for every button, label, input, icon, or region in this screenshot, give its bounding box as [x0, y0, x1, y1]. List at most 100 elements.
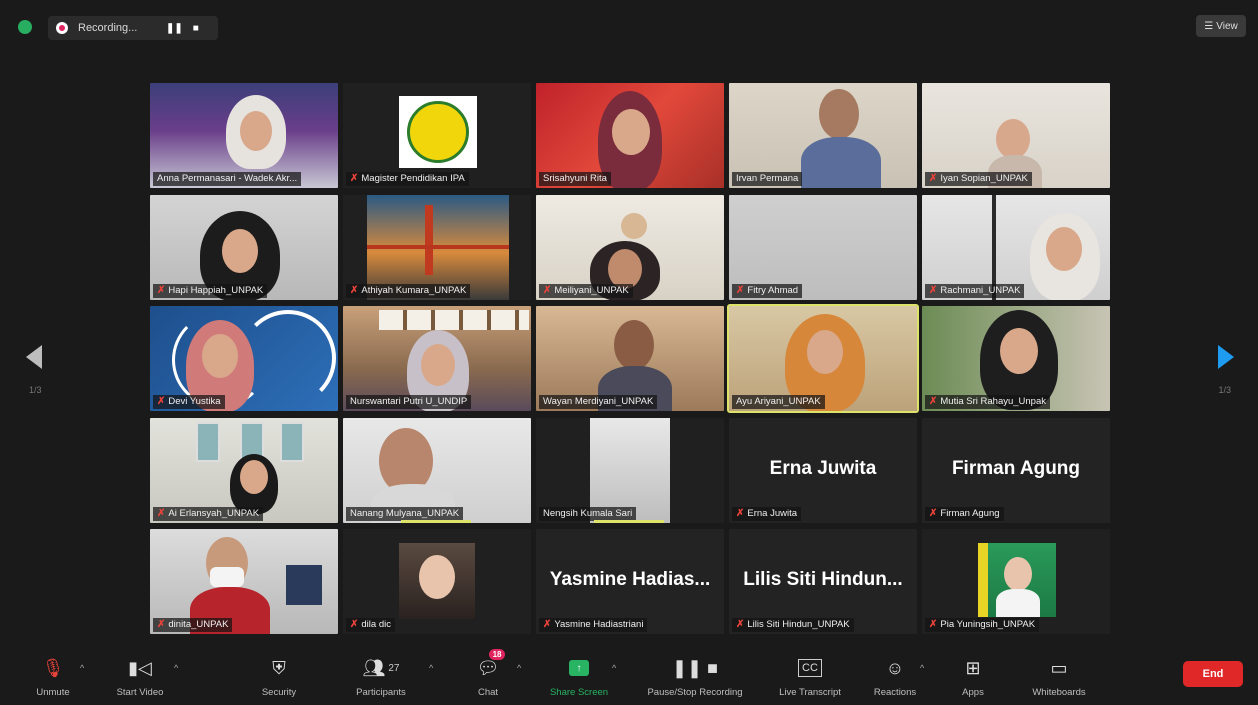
decoration: Meiliyani_UNPAK	[554, 284, 629, 296]
mic-muted-icon: ✗	[929, 619, 938, 630]
share-options-chevron-icon[interactable]: ^	[612, 663, 616, 673]
participant-tile[interactable]: Wayan Merdiyani_UNPAK	[536, 306, 724, 411]
participant-name: ✗ Hapi Happiah_UNPAK	[153, 283, 268, 298]
profile-photo	[399, 543, 475, 619]
decoration: Nurswantari Putri U_UNDIP	[350, 396, 468, 407]
chat-options-chevron-icon[interactable]: ^	[517, 663, 521, 673]
participant-tile[interactable]: ✗ Rachmani_UNPAK	[922, 194, 1110, 300]
start-video-button[interactable]: ▮◁ Start Video	[95, 655, 185, 699]
recording-icon	[56, 22, 68, 34]
participant-tile[interactable]: Nanang Mulyana_UNPAK	[343, 417, 531, 523]
reactions-options-chevron-icon[interactable]: ^	[920, 663, 924, 673]
decoration	[978, 543, 988, 617]
participant-tile-active-speaker[interactable]: Ayu Ariyani_UNPAK	[727, 304, 919, 413]
participant-face	[614, 320, 654, 370]
decoration	[407, 101, 469, 163]
participant-tile[interactable]: ✗ Ai Erlansyah_UNPAK	[150, 417, 338, 523]
participant-face	[421, 344, 455, 386]
security-shield-icon[interactable]	[18, 20, 32, 34]
participant-name: Wayan Merdiyani_UNPAK	[539, 395, 658, 409]
next-page-arrow-icon[interactable]	[1218, 345, 1234, 369]
video-options-chevron-icon[interactable]: ^	[174, 663, 178, 673]
participant-tile[interactable]: ✗ Athiyah Kumara_UNPAK	[343, 194, 531, 300]
participant-tile[interactable]: Nengsih Kumala Sari	[536, 417, 724, 523]
decoration: Anna Permanasari - Wadek Akr...	[157, 173, 298, 184]
pause-recording-button[interactable]: ❚❚	[166, 23, 183, 34]
participant-tile[interactable]: ✗ Magister Pendidikan IPA	[343, 83, 531, 188]
participant-tile[interactable]: ✗ Devi Yustika	[150, 306, 338, 411]
participant-tile[interactable]: ✗ Hapi Happiah_UNPAK	[150, 194, 338, 300]
view-label: View	[1216, 20, 1238, 32]
decoration: Live Transcript	[779, 687, 841, 698]
cc-icon: CC	[798, 659, 822, 677]
share-screen-button[interactable]: ↑ Share Screen	[534, 655, 624, 698]
pause-stop-recording-button[interactable]: ❚❚ ■ Pause/Stop Recording	[625, 655, 765, 699]
view-button[interactable]: ☰ View	[1196, 15, 1246, 37]
participants-options-chevron-icon[interactable]: ^	[429, 663, 433, 673]
apps-icon: ⊞	[965, 657, 981, 678]
participant-name: ✗ Athiyah Kumara_UNPAK	[346, 283, 471, 298]
unmute-button[interactable]: 🎙︎ Unmute	[8, 655, 98, 699]
mic-muted-icon: ✗	[350, 173, 359, 184]
participant-face	[996, 119, 1030, 159]
participant-tile[interactable]: ✗ dila dic	[343, 529, 531, 634]
participant-face	[1046, 226, 1082, 271]
video-off-icon: ▮◁	[128, 657, 152, 678]
participant-tile[interactable]: Yasmine Hadias... ✗ Yasmine Hadiastriani	[536, 529, 724, 634]
participant-tile[interactable]: ✗ dinita_UNPAK	[150, 529, 338, 634]
participant-name: ✗ Ai Erlansyah_UNPAK	[153, 506, 264, 521]
participant-tile[interactable]: ✗ Mutia Sri Rahayu_Unpak	[922, 306, 1110, 411]
decoration: Unmute	[36, 687, 70, 698]
reactions-button[interactable]: ☺ Reactions	[850, 655, 940, 699]
decoration: dinita_UNPAK	[168, 619, 229, 630]
security-button[interactable]: ⛨ Security	[234, 655, 324, 699]
participant-tile[interactable]: Lilis Siti Hindun... ✗ Lilis Siti Hindun_…	[729, 529, 917, 634]
mic-muted-icon: ✗	[543, 284, 552, 296]
participant-name: Irvan Permana	[732, 172, 803, 186]
participant-tile[interactable]: ✗ Iyan Sopian_UNPAK	[922, 83, 1110, 188]
decoration: Yasmine Hadiastriani	[554, 619, 644, 630]
participant-tile[interactable]: ✗ Fitry Ahmad	[729, 194, 917, 300]
end-meeting-button[interactable]: End	[1183, 661, 1243, 687]
mic-muted-icon: ✗	[736, 284, 745, 296]
participant-tile[interactable]: ✗ Meiliyani_UNPAK	[536, 194, 724, 300]
audio-options-chevron-icon[interactable]: ^	[80, 663, 84, 673]
decoration: Whiteboards	[1032, 687, 1086, 698]
participant-tile[interactable]: Srisahyuni Rita	[536, 83, 724, 188]
participant-tile[interactable]: Nurswantari Putri U_UNDIP	[343, 306, 531, 411]
participant-tile[interactable]: Firman Agung ✗ Firman Agung	[922, 417, 1110, 523]
apps-button[interactable]: ⊞ Apps	[928, 655, 1018, 699]
decoration: Chat	[477, 687, 499, 698]
decoration: Wayan Merdiyani_UNPAK	[543, 396, 654, 407]
previous-page-arrow-icon[interactable]	[26, 345, 42, 369]
participant-name: ✗ dila dic	[346, 618, 395, 632]
participants-icon: 👥︎ 27	[362, 657, 400, 678]
chat-button[interactable]: 💬︎ 18 Chat	[443, 649, 533, 698]
decoration: Srisahyuni Rita	[543, 173, 607, 184]
participant-name: ✗ Fitry Ahmad	[732, 283, 803, 298]
decoration: Lilis Siti Hindun_UNPAK	[747, 619, 850, 630]
participant-tile[interactable]: Anna Permanasari - Wadek Akr...	[150, 83, 338, 188]
participant-tile[interactable]: Erna Juwita ✗ Erna Juwita	[729, 417, 917, 523]
zoom-meeting-window: Recording... ❚❚ ■ ☰ View 1/3 1/3 Anna Pe…	[0, 0, 1258, 705]
participant-tile[interactable]: Irvan Permana	[729, 83, 917, 188]
decoration: dila dic	[361, 619, 391, 630]
participant-face	[240, 459, 268, 494]
decoration: Share Screen	[549, 687, 609, 698]
participant-face	[222, 228, 258, 273]
stop-recording-button[interactable]: ■	[193, 23, 199, 34]
profile-photo	[978, 543, 1056, 617]
participant-name: Nengsih Kumala Sari	[539, 506, 637, 521]
participant-tile[interactable]: ✗ Pia Yuningsih_UNPAK	[922, 529, 1110, 634]
decoration	[367, 244, 509, 249]
whiteboards-button[interactable]: ▭ Whiteboards	[1014, 655, 1104, 699]
participants-button[interactable]: 👥︎ 27 Participants	[336, 655, 426, 699]
speaking-indicator	[401, 519, 471, 523]
participant-name: Anna Permanasari - Wadek Akr...	[153, 172, 302, 186]
decoration: Erna Juwita	[747, 507, 798, 519]
live-transcript-button[interactable]: CC Live Transcript	[765, 655, 855, 698]
meeting-toolbar: 🎙︎ Unmute ^ ▮◁ Start Video ^ ⛨ Security …	[0, 647, 1258, 705]
participant-face	[240, 111, 272, 151]
mic-muted-icon: ✗	[157, 284, 166, 296]
participant-name: Nanang Mulyana_UNPAK	[346, 506, 464, 521]
